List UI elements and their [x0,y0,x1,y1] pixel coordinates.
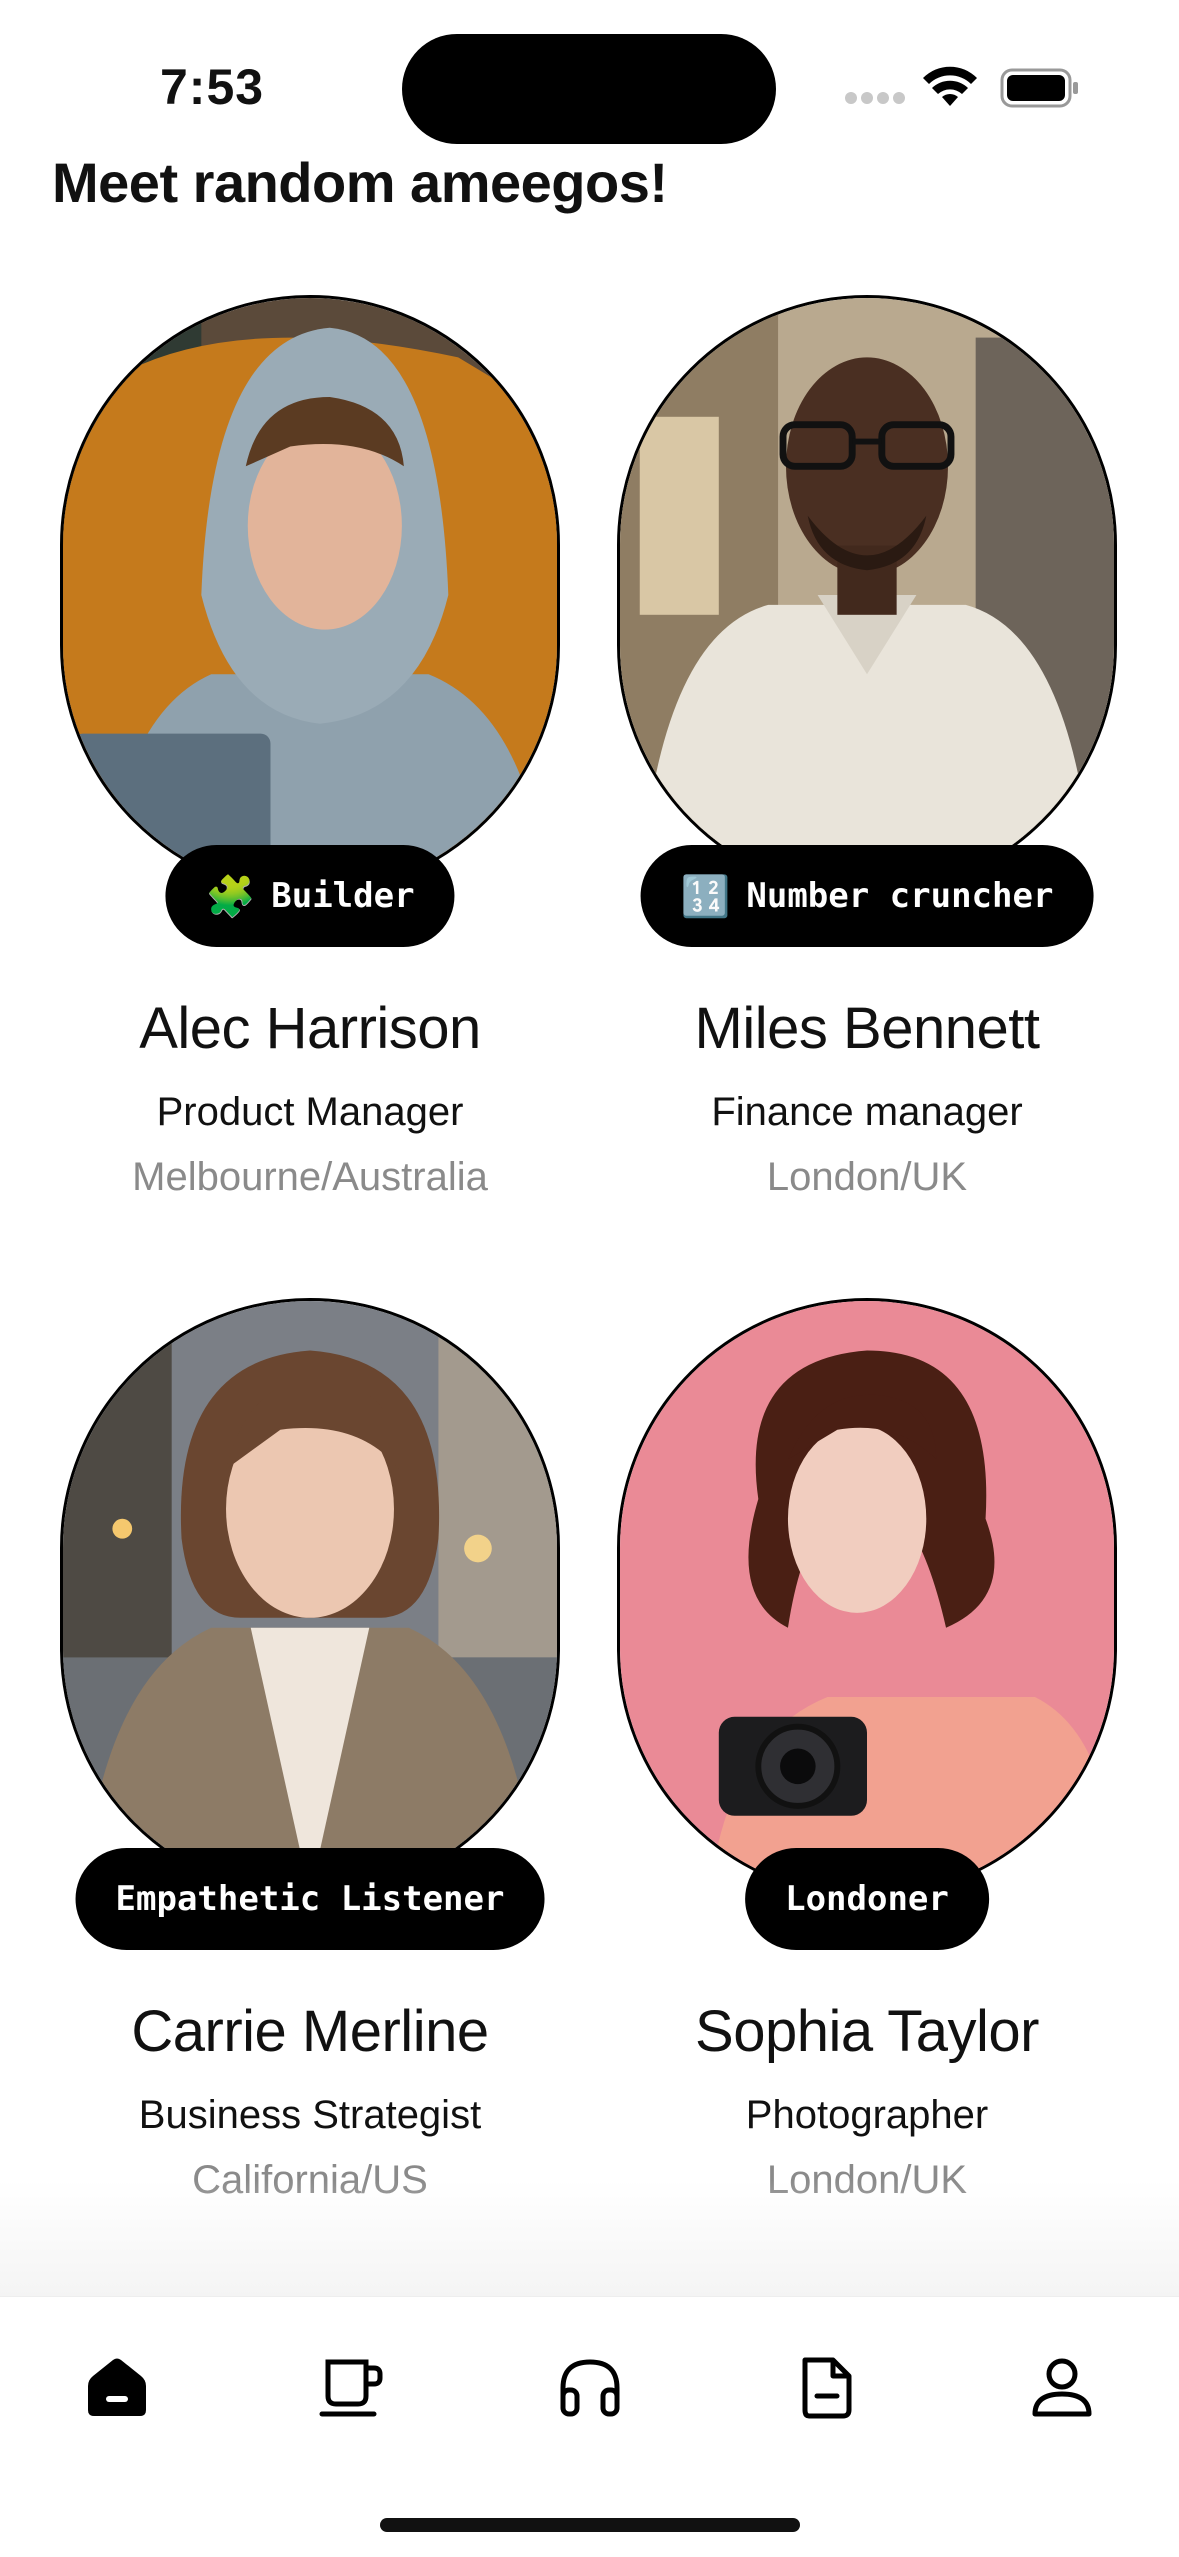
person-card-miles[interactable]: 🔢 Number cruncher Miles Bennett Finance … [587,295,1147,1245]
cellular-signal-icon [845,92,905,106]
home-indicator[interactable] [380,2518,800,2532]
document-icon [802,2357,852,2419]
trait-badge: 🔢 Number cruncher [640,845,1094,947]
person-role: Finance manager [711,1090,1023,1134]
person-name: Sophia Taylor [695,1999,1039,2064]
trait-badge: Empathetic Listener [75,1848,545,1950]
person-location: London/UK [766,1155,968,1199]
person-name: Alec Harrison [139,996,481,1061]
page-title: Meet random ameegos! [52,151,668,214]
avatar [617,295,1117,895]
headphones-icon [560,2359,620,2417]
battery-icon [1000,68,1078,108]
wifi-icon [923,66,977,106]
tab-documents[interactable] [766,2327,886,2447]
trait-label: Builder [271,876,415,916]
person-role: Product Manager [156,1090,464,1134]
tab-profile[interactable] [1002,2327,1122,2447]
status-bar: 7:53 [0,0,1179,150]
trait-label: Empathetic Listener [115,1879,505,1919]
avatar [60,295,560,895]
trait-badge: Londoner [745,1848,989,1950]
person-name: Miles Bennett [694,996,1040,1061]
numbers-icon: 🔢 [680,873,731,920]
coffee-cup-icon [319,2359,383,2417]
home-icon [88,2358,146,2416]
person-location: Melbourne/Australia [132,1155,488,1199]
puzzle-piece-icon: 🧩 [205,873,256,920]
person-card-sophia[interactable]: Londoner Sophia Taylor Photographer Lond… [587,1298,1147,2248]
tab-coffee[interactable] [293,2327,413,2447]
person-name: Carrie Merline [131,1999,489,2064]
person-role: Business Strategist [138,2093,482,2137]
tab-audio[interactable] [530,2327,650,2447]
trait-label: Londoner [785,1879,949,1919]
status-time: 7:53 [160,59,265,115]
person-role: Photographer [745,2093,989,2137]
trait-label: Number cruncher [746,876,1054,916]
avatar [617,1298,1117,1898]
tab-home[interactable] [57,2327,177,2447]
person-card-alec[interactable]: 🧩 Builder Alec Harrison Product Manager … [30,295,590,1245]
avatar [60,1298,560,1898]
dynamic-island [402,34,776,144]
person-card-carrie[interactable]: Empathetic Listener Carrie Merline Busin… [30,1298,590,2248]
trait-badge: 🧩 Builder [165,845,455,947]
profile-icon [1032,2358,1092,2417]
scroll-fade [0,2180,1179,2300]
